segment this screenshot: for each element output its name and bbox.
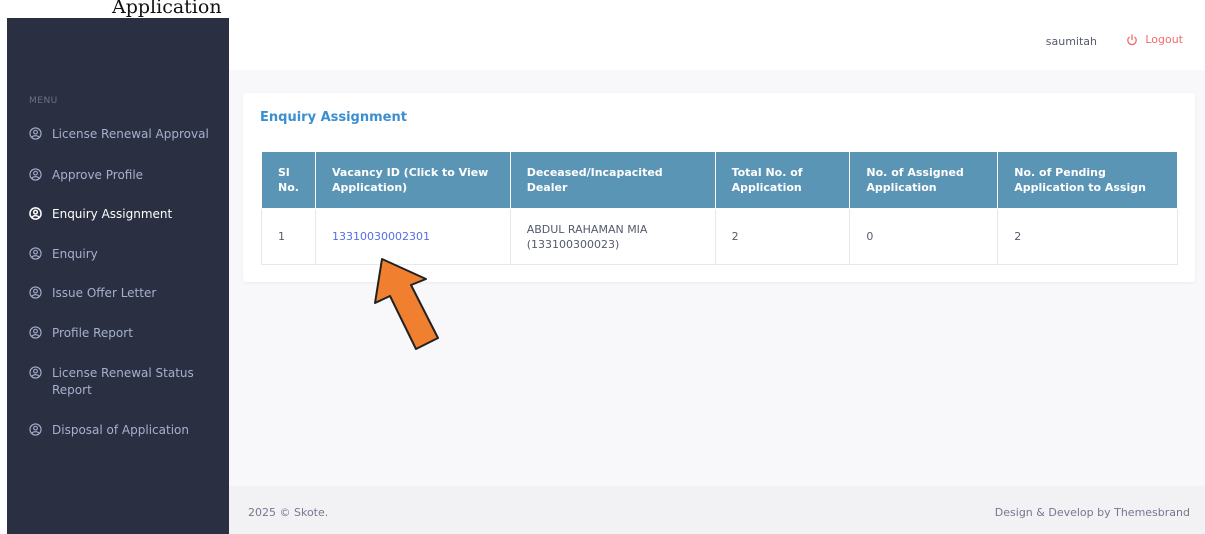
user-circle-icon <box>29 247 42 260</box>
card-title: Enquiry Assignment <box>260 110 407 125</box>
user-circle-icon <box>29 168 42 181</box>
sidebar-item-enquiry-assignment[interactable]: Enquiry Assignment <box>29 206 219 223</box>
user-circle-icon <box>29 326 42 339</box>
sidebar-item-label: Enquiry <box>52 247 98 261</box>
enquiry-assignment-card: Enquiry Assignment Sl No. Vacancy ID (Cl… <box>243 93 1195 282</box>
sidebar-item-label: Issue Offer Letter <box>52 286 157 300</box>
column-header-total-applications: Total No. of Application <box>714 151 851 209</box>
menu-title: MENU <box>29 96 58 106</box>
user-circle-icon <box>29 127 42 140</box>
cell-total-applications: 2 <box>714 208 851 265</box>
sidebar-item-label: Enquiry Assignment <box>52 207 173 221</box>
column-header-sl-no: Sl No. <box>261 151 316 209</box>
sidebar: MENU License Renewal Approval Approve Pr… <box>7 18 229 534</box>
sidebar-item-label: Approve Profile <box>52 168 144 182</box>
cell-assigned-applications: 0 <box>849 208 999 265</box>
column-header-vacancy-id: Vacancy ID (Click to View Application) <box>314 151 511 209</box>
user-circle-icon <box>29 286 42 299</box>
sidebar-item-license-renewal-status-report[interactable]: License Renewal Status Report <box>29 365 209 399</box>
sidebar-item-label: Disposal of Application <box>52 423 189 437</box>
enquiry-table: Sl No. Vacancy ID (Click to View Applica… <box>261 151 1178 265</box>
footer-copyright: 2025 © Skote. <box>248 506 329 519</box>
cell-pending-applications: 2 <box>997 208 1178 265</box>
sidebar-item-license-renewal-approval[interactable]: License Renewal Approval <box>29 126 219 143</box>
column-header-assigned-applications: No. of Assigned Application <box>849 151 999 209</box>
sidebar-item-label: Profile Report <box>52 326 133 340</box>
user-circle-icon <box>29 207 42 220</box>
logout-button[interactable]: Logout <box>1126 33 1183 46</box>
topbar: saumitah Logout <box>229 18 1205 70</box>
top-strip-text: Application <box>112 0 222 18</box>
sidebar-item-enquiry[interactable]: Enquiry <box>29 246 219 263</box>
user-circle-icon <box>29 366 42 379</box>
table-header-row: Sl No. Vacancy ID (Click to View Applica… <box>261 151 1178 209</box>
footer: 2025 © Skote. Design & Develop by Themes… <box>229 486 1205 534</box>
sidebar-item-approve-profile[interactable]: Approve Profile <box>29 167 219 184</box>
sidebar-item-label: License Renewal Approval <box>52 127 209 141</box>
sidebar-item-profile-report[interactable]: Profile Report <box>29 325 219 342</box>
column-header-pending-applications: No. of Pending Application to Assign <box>997 151 1178 209</box>
footer-credit: Design & Develop by Themesbrand <box>994 506 1190 519</box>
vacancy-id-link[interactable]: 13310030002301 <box>332 230 430 243</box>
user-circle-icon <box>29 423 42 436</box>
user-name[interactable]: saumitah <box>1046 35 1097 48</box>
logout-label: Logout <box>1145 33 1183 46</box>
sidebar-item-disposal-of-application[interactable]: Disposal of Application <box>29 422 219 439</box>
sidebar-item-label: License Renewal Status Report <box>52 366 194 397</box>
cell-dealer: ABDUL RAHAMAN MIA (133100300023) <box>509 208 716 265</box>
top-strip: Application <box>0 0 1205 18</box>
column-header-dealer: Deceased/Incapacited Dealer <box>509 151 716 209</box>
arrow-annotation-icon <box>374 258 439 350</box>
sidebar-item-issue-offer-letter[interactable]: Issue Offer Letter <box>29 285 219 302</box>
power-icon <box>1127 33 1138 45</box>
cell-sl-no: 1 <box>261 208 316 265</box>
